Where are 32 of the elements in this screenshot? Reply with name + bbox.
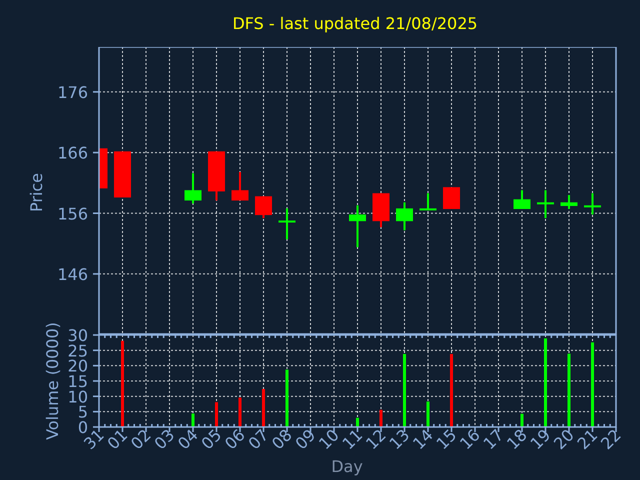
- candle: [114, 151, 131, 198]
- chart-title: DFS - last updated 21/08/2025: [232, 14, 478, 34]
- candle: [232, 172, 248, 200]
- candle: [372, 193, 390, 228]
- volume-bar: [426, 402, 430, 427]
- volume-bar: [192, 414, 194, 427]
- candle: [537, 190, 554, 218]
- candle: [584, 193, 601, 214]
- axis-tick-label: 146: [57, 264, 88, 284]
- candle: [255, 196, 272, 218]
- volume-bar: [380, 410, 382, 427]
- volume-bar: [356, 418, 359, 427]
- axis-label: Day: [331, 457, 363, 476]
- candle: [278, 208, 296, 240]
- candle: [208, 151, 225, 200]
- axis-label: Volume (0000): [43, 322, 62, 440]
- candle: [443, 187, 460, 209]
- candle: [420, 193, 436, 210]
- axis-tick-label: 156: [57, 204, 88, 224]
- volume-bar: [520, 414, 524, 427]
- candle: [396, 202, 413, 230]
- volume-bar: [238, 398, 242, 427]
- candle: [184, 173, 202, 204]
- candle: [349, 205, 366, 248]
- volume-bar: [286, 370, 288, 427]
- candle: [560, 195, 578, 209]
- candle: [514, 190, 530, 209]
- volume-bar: [262, 388, 265, 427]
- axis-label: Price: [27, 172, 46, 212]
- volume-bar: [215, 402, 218, 427]
- axis-tick-label: 176: [57, 82, 88, 102]
- axis-tick-label: 166: [57, 144, 88, 163]
